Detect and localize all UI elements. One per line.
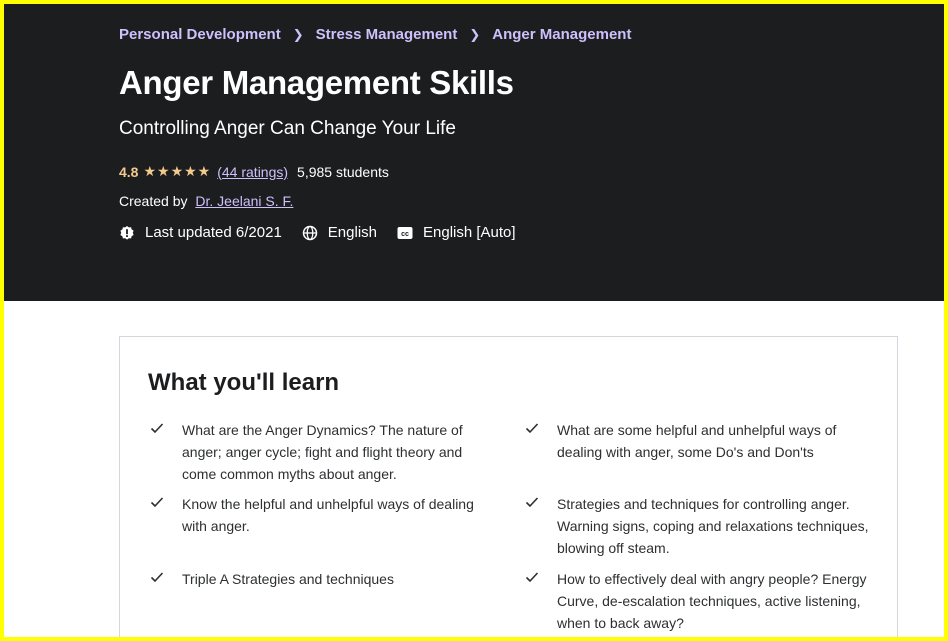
learn-item: Know the helpful and unhelpful ways of d… bbox=[148, 493, 498, 537]
instructor-link[interactable]: Dr. Jeelani S. F. bbox=[195, 193, 293, 209]
what-you-learn-heading: What you'll learn bbox=[148, 369, 340, 396]
course-meta: Last updated 6/2021 English cc English [… bbox=[119, 224, 536, 241]
check-icon bbox=[148, 493, 182, 537]
learn-item-text: What are some helpful and unhelpful ways… bbox=[557, 422, 837, 460]
learn-item-text: Strategies and techniques for controllin… bbox=[557, 496, 869, 556]
page-frame: Personal Development ❯ Stress Management… bbox=[4, 4, 944, 637]
svg-text:cc: cc bbox=[401, 231, 409, 238]
language: English bbox=[302, 224, 377, 241]
created-by-row: Created by Dr. Jeelani S. F. bbox=[119, 193, 293, 209]
rating-row: 4.8 ★★★★★ (44 ratings) 5,985 students bbox=[119, 163, 389, 180]
breadcrumb-personal-development[interactable]: Personal Development bbox=[119, 26, 281, 43]
breadcrumb-stress-management[interactable]: Stress Management bbox=[316, 26, 458, 43]
learn-item-text: Know the helpful and unhelpful ways of d… bbox=[182, 496, 474, 534]
what-you-learn-box: What you'll learn What are the Anger Dyn… bbox=[119, 336, 898, 637]
learn-item: What are some helpful and unhelpful ways… bbox=[523, 419, 873, 463]
learn-item-text: Triple A Strategies and techniques bbox=[182, 571, 394, 587]
check-icon bbox=[523, 419, 557, 463]
learn-item: How to effectively deal with angry peopl… bbox=[523, 568, 873, 634]
captions-text: English [Auto] bbox=[423, 224, 516, 241]
course-subtitle: Controlling Anger Can Change Your Life bbox=[119, 118, 456, 139]
last-updated-text: Last updated 6/2021 bbox=[145, 224, 282, 241]
language-text: English bbox=[327, 224, 377, 241]
learn-item-text: How to effectively deal with angry peopl… bbox=[557, 571, 867, 631]
last-updated: Last updated 6/2021 bbox=[119, 224, 282, 241]
created-by-label: Created by bbox=[119, 193, 188, 209]
learn-item: Strategies and techniques for controllin… bbox=[523, 493, 873, 559]
learn-item-text: What are the Anger Dynamics? The nature … bbox=[182, 422, 463, 482]
captions: cc English [Auto] bbox=[397, 224, 516, 241]
course-header: Personal Development ❯ Stress Management… bbox=[4, 4, 944, 301]
course-title: Anger Management Skills bbox=[119, 64, 514, 101]
learn-item: What are the Anger Dynamics? The nature … bbox=[148, 419, 498, 485]
chevron-right-icon: ❯ bbox=[292, 26, 304, 42]
check-icon bbox=[523, 493, 557, 559]
star-rating-icon: ★★★★★ bbox=[143, 163, 212, 179]
closed-captions-icon: cc bbox=[397, 226, 413, 239]
chevron-right-icon: ❯ bbox=[469, 26, 481, 42]
check-icon bbox=[148, 419, 182, 485]
check-icon bbox=[523, 568, 557, 634]
alert-badge-icon bbox=[120, 225, 134, 240]
students-count: 5,985 students bbox=[297, 163, 389, 180]
check-icon bbox=[148, 568, 182, 590]
breadcrumb: Personal Development ❯ Stress Management… bbox=[119, 26, 631, 43]
rating-value: 4.8 bbox=[119, 163, 139, 180]
globe-icon bbox=[302, 225, 318, 240]
ratings-count-link[interactable]: (44 ratings) bbox=[217, 164, 288, 180]
learn-item: Triple A Strategies and techniques bbox=[148, 568, 498, 590]
breadcrumb-anger-management[interactable]: Anger Management bbox=[492, 26, 631, 43]
